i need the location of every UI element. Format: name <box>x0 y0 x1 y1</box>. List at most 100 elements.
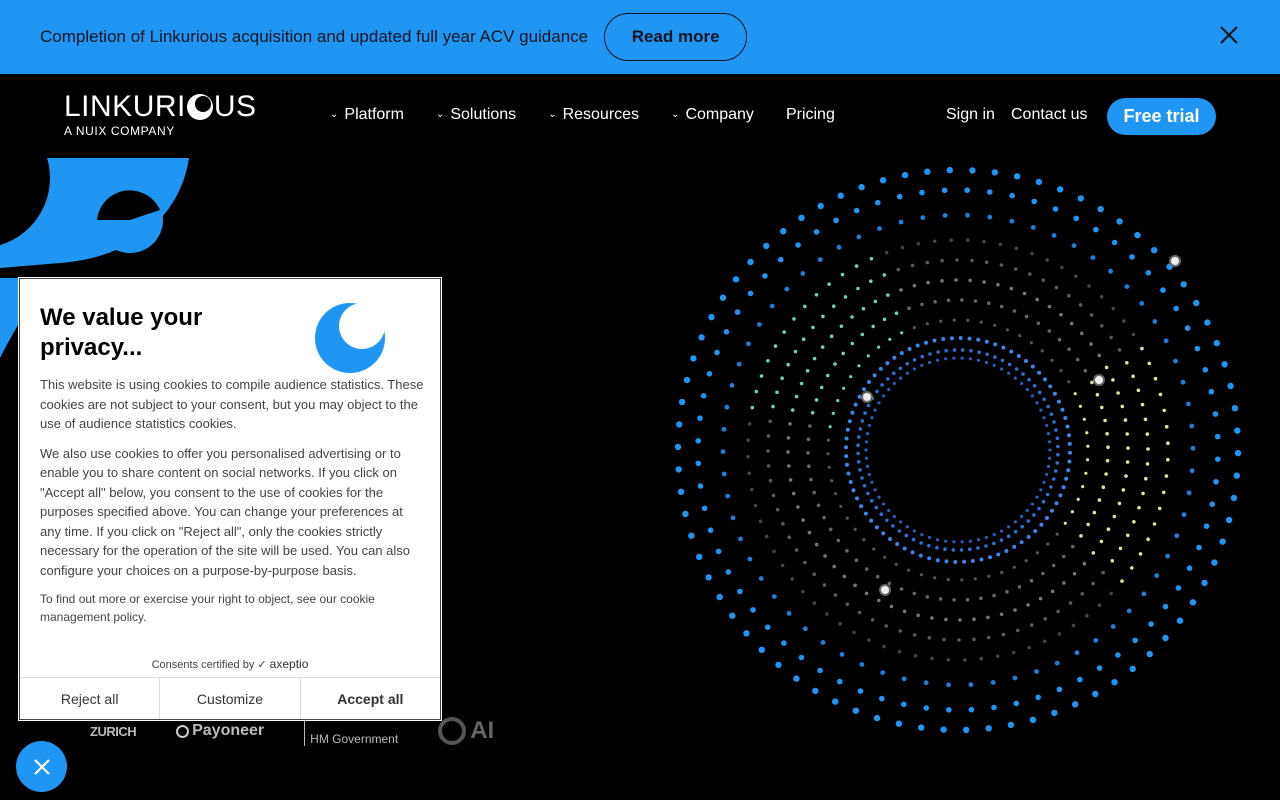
network-dot <box>803 626 808 632</box>
network-dot <box>1045 516 1049 520</box>
network-dot <box>859 662 865 667</box>
network-dot <box>1139 301 1145 306</box>
network-dot <box>1064 476 1069 481</box>
network-dot <box>1117 501 1122 506</box>
nav-company[interactable]: ⌄ Company <box>671 106 754 124</box>
network-dot <box>933 300 937 304</box>
network-dot <box>892 514 896 519</box>
sign-in-link[interactable]: Sign in <box>946 106 995 124</box>
network-dot <box>1230 494 1238 502</box>
network-dot <box>1072 701 1079 708</box>
network-dot <box>1056 686 1063 693</box>
network-dot <box>877 598 881 603</box>
network-dot <box>1041 571 1045 576</box>
network-dot <box>910 263 915 268</box>
contact-us-link[interactable]: Contact us <box>1011 106 1087 124</box>
network-dot <box>1141 591 1147 597</box>
network-dot <box>992 541 996 546</box>
free-trial-button[interactable]: Free trial <box>1107 98 1216 135</box>
cookie-actions: Reject all Customize Accept all <box>20 677 440 719</box>
network-dot <box>788 422 792 426</box>
network-dot <box>885 361 890 366</box>
network-dot <box>1075 357 1080 362</box>
network-dot <box>1189 423 1195 429</box>
network-dot <box>1040 349 1044 353</box>
network-dot <box>782 330 786 334</box>
reject-all-button[interactable]: Reject all <box>20 678 161 719</box>
network-dot <box>887 508 891 513</box>
network-dot <box>1219 538 1226 545</box>
network-dot <box>882 502 886 506</box>
network-dot <box>887 387 891 392</box>
cookie-policy-text[interactable]: To find out more or exercise your right … <box>40 590 425 626</box>
network-dot <box>965 238 970 242</box>
network-dot <box>1054 428 1058 432</box>
nav-resources[interactable]: ⌄ Resources <box>548 106 639 124</box>
network-dot <box>944 539 948 543</box>
network-dot <box>725 493 730 499</box>
network-dot <box>987 189 993 195</box>
nav-solutions[interactable]: ⌄ Solutions <box>436 106 516 124</box>
network-dot <box>1099 539 1104 544</box>
network-dot <box>1005 590 1009 594</box>
network-dot <box>968 547 972 552</box>
network-dot <box>758 646 765 653</box>
read-more-button[interactable]: Read more <box>604 13 748 61</box>
network-dot <box>828 425 832 429</box>
network-dot <box>1147 361 1152 366</box>
network-dot <box>884 624 888 628</box>
network-dot <box>1006 534 1011 538</box>
network-dot <box>918 553 923 558</box>
network-dot <box>1030 251 1034 256</box>
network-dot <box>878 366 883 371</box>
network-dot <box>936 350 940 354</box>
network-dot <box>1035 495 1039 499</box>
network-dot <box>743 630 750 637</box>
network-dot <box>1086 522 1090 527</box>
network-dot <box>791 491 796 496</box>
cookie-title: We value your privacy... <box>40 304 203 361</box>
network-dot <box>1126 533 1130 538</box>
network-dot <box>697 483 704 489</box>
network-dot <box>867 638 871 642</box>
network-dot <box>794 548 799 552</box>
network-dot <box>952 356 956 360</box>
close-icon[interactable] <box>1218 24 1240 46</box>
network-dot <box>982 280 986 284</box>
linkurious-logo[interactable]: LINKURI US A NUIX COMPANY <box>64 92 257 139</box>
network-dot <box>907 347 912 351</box>
network-dot <box>781 640 787 646</box>
network-dot <box>1082 561 1087 566</box>
network-dot <box>923 705 929 711</box>
nav-platform[interactable]: ⌄ Platform <box>330 106 404 124</box>
network-dot <box>825 612 829 616</box>
network-dot <box>995 654 1000 658</box>
network-dot <box>892 355 897 360</box>
network-dot <box>1026 534 1031 539</box>
network-dot <box>880 383 884 387</box>
nav-pricing[interactable]: Pricing <box>786 106 835 124</box>
network-dot <box>993 323 997 327</box>
cookie-close-button[interactable] <box>16 741 67 792</box>
accept-all-button[interactable]: Accept all <box>301 678 440 719</box>
network-dot <box>780 228 787 235</box>
network-dot <box>850 410 855 415</box>
network-dot <box>992 533 996 537</box>
network-dot <box>781 521 785 526</box>
network-dot <box>1000 529 1004 533</box>
network-dot <box>1092 510 1097 515</box>
network-dot <box>888 537 892 541</box>
network-dot <box>942 213 948 218</box>
network-dot <box>1035 297 1039 302</box>
network-dot <box>938 597 943 601</box>
network-dot <box>1089 313 1094 317</box>
network-dot <box>1054 285 1059 290</box>
network-dot <box>1057 186 1064 193</box>
highlight-node <box>1169 255 1181 267</box>
network-dot <box>1117 348 1122 352</box>
network-dot <box>846 471 851 476</box>
network-dot <box>1054 501 1059 506</box>
logo-subtitle: A NUIX COMPANY <box>64 124 175 138</box>
customize-button[interactable]: Customize <box>160 678 301 719</box>
network-dot <box>1101 485 1106 490</box>
